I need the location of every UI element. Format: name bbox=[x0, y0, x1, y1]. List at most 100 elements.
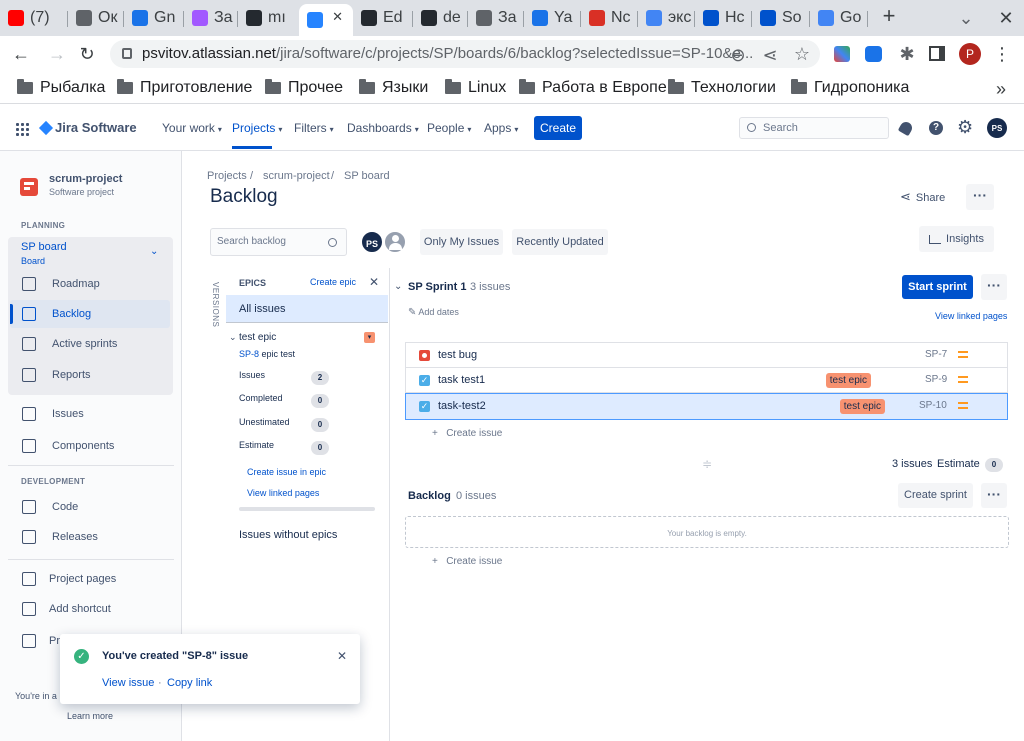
issue-row[interactable]: ✓ task-test2 test epic SP-10 bbox=[405, 393, 1008, 420]
sidebar-item-add-shortcut[interactable]: Add shortcut bbox=[10, 595, 170, 623]
issue-row[interactable]: test bug SP-7 bbox=[405, 343, 1008, 368]
nav-apps[interactable]: Apps ▾ bbox=[484, 121, 518, 135]
nav-dashboards[interactable]: Dashboards ▾ bbox=[347, 121, 419, 135]
jira-product-name[interactable]: Jira Software bbox=[55, 120, 137, 135]
browser-tab[interactable]: Ya bbox=[524, 4, 581, 32]
unassigned-avatar-icon[interactable] bbox=[383, 230, 407, 254]
bookmark-folder[interactable]: Гидропоника bbox=[791, 79, 909, 97]
epic-name[interactable]: test epic bbox=[239, 332, 276, 343]
breadcrumb-item[interactable]: Projects bbox=[207, 170, 247, 182]
sidebar-item-issues[interactable]: Issues bbox=[10, 400, 170, 428]
browser-tab[interactable]: Hc bbox=[695, 4, 752, 32]
bookmark-folder[interactable]: Технологии bbox=[668, 79, 776, 97]
browser-tab[interactable]: За bbox=[468, 4, 524, 32]
sidebar-item-reports[interactable]: Reports bbox=[10, 361, 170, 389]
all-issues-item[interactable]: All issues bbox=[226, 295, 388, 323]
sprint-view-linked-pages-link[interactable]: View linked pages bbox=[935, 311, 1007, 321]
settings-gear-icon[interactable]: ⚙ bbox=[957, 118, 973, 136]
insights-button[interactable]: Insights bbox=[919, 226, 994, 252]
close-icon[interactable]: ✕ bbox=[369, 275, 379, 289]
create-sprint-button[interactable]: Create sprint bbox=[898, 483, 973, 508]
browser-tab[interactable]: Ок bbox=[68, 4, 124, 32]
create-button[interactable]: Create bbox=[534, 116, 582, 140]
browser-tab[interactable]: Go bbox=[810, 4, 868, 32]
nav-your-work[interactable]: Your work ▾ bbox=[162, 121, 222, 135]
copy-link-link[interactable]: Copy link bbox=[167, 677, 212, 689]
nav-projects[interactable]: Projects ▾ bbox=[232, 121, 282, 149]
sidebar-item-code[interactable]: Code bbox=[10, 493, 170, 521]
board-selector[interactable]: SP board Board ⌄ bbox=[8, 237, 173, 269]
user-avatar[interactable]: PS bbox=[987, 118, 1007, 138]
window-close-icon[interactable]: ✕ bbox=[995, 8, 1017, 28]
only-my-issues-filter[interactable]: Only My Issues bbox=[420, 229, 503, 255]
backlog-search-input[interactable]: Search backlog bbox=[210, 228, 347, 256]
zoom-icon[interactable]: ⊖ bbox=[727, 45, 749, 65]
app-switcher-icon[interactable] bbox=[15, 122, 29, 136]
bookmark-folder[interactable]: Работа в Европе bbox=[519, 79, 667, 97]
sidebar-item-components[interactable]: Components bbox=[10, 432, 170, 460]
extension-icon[interactable] bbox=[834, 46, 850, 62]
backlog-more-button[interactable]: ··· bbox=[981, 483, 1007, 508]
breadcrumb-item[interactable]: scrum-project bbox=[263, 170, 330, 182]
project-name[interactable]: scrum-project bbox=[49, 173, 122, 185]
issue-key[interactable]: SP-9 bbox=[925, 374, 947, 385]
meet-extension-icon[interactable] bbox=[865, 46, 882, 62]
share-page-icon[interactable]: ⋖ bbox=[759, 45, 781, 65]
back-arrow-icon[interactable]: ← bbox=[10, 44, 32, 64]
sprint-collapse-icon[interactable]: ⌄ bbox=[394, 281, 402, 292]
sprint-more-button[interactable]: ··· bbox=[981, 274, 1007, 300]
share-button[interactable]: ⋖ Share bbox=[900, 187, 945, 207]
bookmark-folder[interactable]: Приготовление bbox=[117, 79, 252, 97]
epic-color-dropdown[interactable]: ▾ bbox=[364, 332, 375, 343]
sidebar-item-roadmap[interactable]: Roadmap bbox=[10, 270, 170, 298]
create-issue-button[interactable]: + Create issue bbox=[432, 428, 502, 439]
nav-filters[interactable]: Filters ▾ bbox=[294, 121, 334, 135]
sidebar-item-active-sprints[interactable]: Active sprints bbox=[10, 330, 170, 358]
view-issue-link[interactable]: View issue bbox=[102, 677, 154, 689]
create-issue-in-epic-link[interactable]: Create issue in epic bbox=[247, 467, 326, 477]
help-icon[interactable]: ? bbox=[929, 121, 943, 135]
issue-key[interactable]: SP-10 bbox=[919, 400, 947, 411]
recently-updated-filter[interactable]: Recently Updated bbox=[512, 229, 608, 255]
issues-without-epics-item[interactable]: Issues without epics bbox=[239, 529, 337, 541]
epic-key-link[interactable]: SP-8 bbox=[239, 349, 259, 359]
epic-collapse-icon[interactable]: ⌄ bbox=[229, 332, 237, 343]
bookmark-folder[interactable]: Языки bbox=[359, 79, 428, 97]
puzzle-extensions-icon[interactable]: ✱ bbox=[896, 44, 918, 64]
versions-tab[interactable]: VERSIONS bbox=[211, 282, 220, 327]
toast-close-icon[interactable]: ✕ bbox=[337, 649, 347, 663]
backlog-create-issue-button[interactable]: + Create issue bbox=[432, 556, 502, 567]
sidebar-item-backlog[interactable]: Backlog bbox=[10, 300, 170, 328]
issue-key[interactable]: SP-7 bbox=[925, 349, 947, 360]
browser-tab[interactable]: de bbox=[413, 4, 468, 32]
address-bar[interactable]: psvitov.atlassian.net/jira/software/c/pr… bbox=[110, 40, 820, 68]
tab-close-icon[interactable]: ✕ bbox=[332, 9, 343, 25]
jira-search-input[interactable]: Search bbox=[739, 117, 889, 139]
browser-tab[interactable]: mı bbox=[238, 4, 299, 32]
more-bookmarks-icon[interactable]: » bbox=[990, 79, 1012, 99]
browser-menu-icon[interactable]: ⋮ bbox=[991, 44, 1013, 64]
more-actions-button[interactable]: ··· bbox=[966, 184, 994, 210]
browser-tab[interactable]: Nc bbox=[581, 4, 638, 32]
browser-tab[interactable]: экс bbox=[638, 4, 695, 32]
breadcrumb-item[interactable]: SP board bbox=[344, 170, 390, 182]
issue-row[interactable]: ✓ task test1 test epic SP-9 bbox=[405, 368, 1008, 393]
create-epic-link[interactable]: Create epic bbox=[310, 277, 356, 287]
forward-arrow-icon[interactable]: → bbox=[46, 44, 68, 64]
reload-icon[interactable]: ↻ bbox=[76, 44, 98, 64]
sidebar-item-project-pages[interactable]: Project pages bbox=[10, 565, 170, 593]
browser-tab[interactable]: So bbox=[752, 4, 810, 32]
add-dates-button[interactable]: ✎ Add dates bbox=[408, 307, 459, 318]
assignee-avatar[interactable]: PS bbox=[360, 230, 384, 254]
tab-search-icon[interactable]: ⌄ bbox=[955, 8, 977, 28]
bookmark-folder[interactable]: Прочее bbox=[265, 79, 343, 97]
resize-handle-icon[interactable]: ≑ bbox=[702, 457, 712, 471]
new-tab-button[interactable]: + bbox=[876, 5, 902, 30]
learn-more-link[interactable]: Learn more bbox=[67, 711, 113, 721]
side-panel-icon[interactable] bbox=[929, 46, 945, 61]
view-linked-pages-link[interactable]: View linked pages bbox=[247, 488, 319, 498]
browser-tab[interactable]: За bbox=[184, 4, 238, 32]
browser-tab[interactable]: Ed bbox=[353, 4, 413, 32]
browser-tab[interactable]: ✕ bbox=[299, 4, 353, 36]
nav-people[interactable]: People ▾ bbox=[427, 121, 471, 135]
